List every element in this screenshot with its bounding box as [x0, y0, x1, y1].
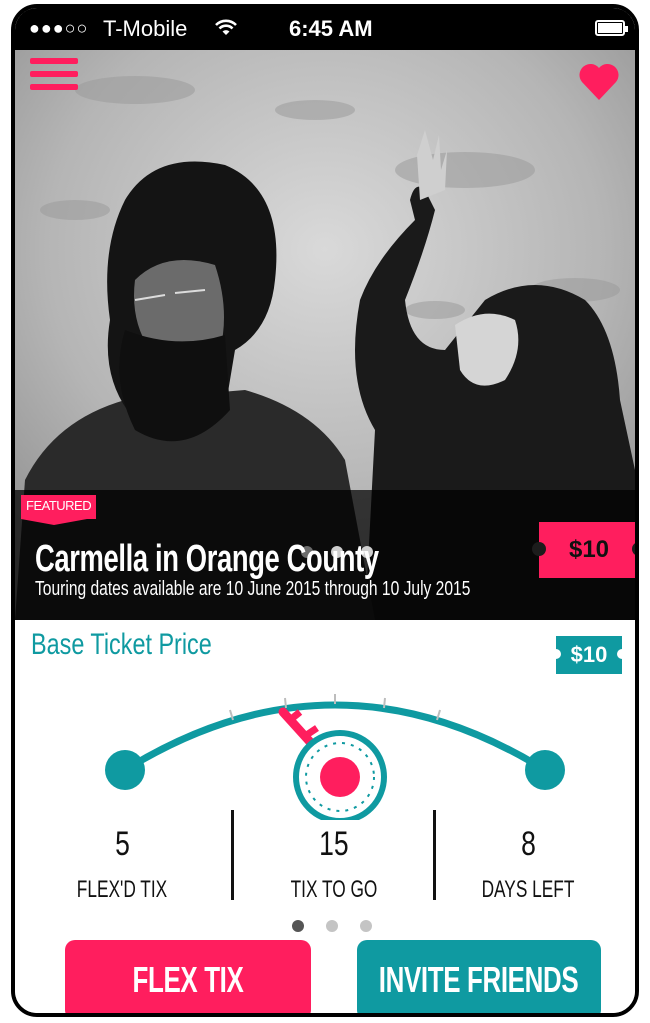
hamburger-menu-icon[interactable]	[30, 54, 80, 94]
stat-value: 5	[114, 825, 130, 863]
device-frame: ●●●○○ T-Mobile 6:45 AM FEATURED Carmella…	[11, 4, 639, 1017]
wifi-icon	[213, 14, 239, 46]
carousel-dot[interactable]	[326, 920, 338, 932]
carousel-dot[interactable]	[292, 920, 304, 932]
panel-carousel-dots[interactable]	[292, 920, 372, 932]
invite-friends-button[interactable]: INVITE FRIENDS	[357, 940, 601, 1013]
base-ticket-price-label: Base Ticket Price	[31, 628, 212, 661]
stat-divider	[231, 810, 234, 900]
base-price-ticket: $10	[551, 636, 627, 674]
stat-flexed: 5 FLEX'D TIX	[27, 825, 217, 904]
stat-label: TIX TO GO	[290, 876, 378, 903]
invite-friends-label: INVITE FRIENDS	[379, 959, 579, 1000]
key-icon[interactable]	[278, 707, 387, 820]
price-gauge[interactable]	[15, 670, 635, 820]
phone-screen: ●●●○○ T-Mobile 6:45 AM FEATURED Carmella…	[0, 0, 650, 1023]
stat-value: 15	[319, 825, 349, 863]
stat-label: FLEX'D TIX	[76, 876, 168, 903]
flex-tix-button[interactable]: FLEX TIX	[65, 940, 311, 1013]
event-price-ticket[interactable]: $10	[532, 522, 635, 578]
stat-to-go: 15 TIX TO GO	[239, 825, 429, 904]
heart-icon[interactable]	[577, 60, 621, 104]
battery-icon	[595, 20, 628, 36]
featured-badge: FEATURED	[21, 495, 97, 525]
gauge-max-knob[interactable]	[525, 750, 565, 790]
event-title: Carmella in Orange County	[35, 538, 379, 580]
carrier-name: T-Mobile	[103, 16, 188, 41]
status-bar: ●●●○○ T-Mobile 6:45 AM	[15, 8, 635, 50]
gauge-min-knob[interactable]	[105, 750, 145, 790]
ticket-panel: Base Ticket Price $10 5 FLEX'D TIX 15 TI…	[15, 620, 635, 1013]
stat-days-left: 8 DAYS LEFT	[433, 825, 623, 904]
flex-tix-label: FLEX TIX	[132, 959, 244, 1000]
stat-label: DAYS LEFT	[481, 876, 575, 903]
featured-event-hero[interactable]: FEATURED Carmella in Orange County Touri…	[15, 50, 635, 620]
event-dates: Touring dates available are 10 June 2015…	[35, 578, 471, 600]
clock-time: 6:45 AM	[289, 16, 373, 41]
signal-strength-icon: ●●●○○	[29, 18, 89, 38]
stat-value: 8	[520, 825, 536, 863]
carousel-dot[interactable]	[360, 920, 372, 932]
